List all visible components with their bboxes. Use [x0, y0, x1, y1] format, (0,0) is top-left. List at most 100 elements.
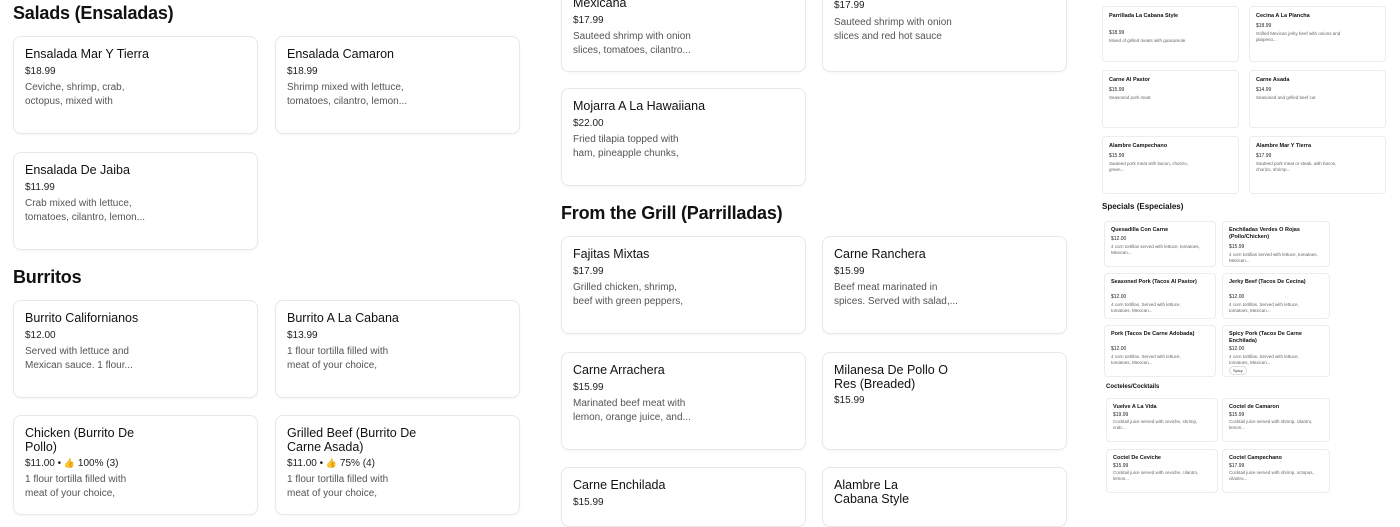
item-price: $12.00	[1111, 346, 1127, 352]
mini-menu-item-card[interactable]: Coctel De Ceviche $15.99 Cocktail juice …	[1106, 449, 1218, 493]
item-name: Chicken (Burrito De Pollo)	[25, 426, 135, 454]
item-price: $11.00	[287, 458, 317, 469]
item-description: 4 corn tortillas served with lettuce, to…	[1111, 244, 1200, 255]
mini-menu-item-card[interactable]: Pork (Tacos De Carne Adobada) $12.00 4 c…	[1104, 325, 1216, 377]
mini-menu-item-card[interactable]: Jerky Beef (Tacos De Cecina) $12.00 4 co…	[1222, 273, 1330, 319]
item-price: $15.99	[573, 497, 604, 508]
menu-item-card[interactable]: $17.99 Sauteed shrimp with onion slices …	[822, 0, 1067, 72]
item-price: $14.99	[1256, 87, 1272, 93]
item-description: Cocktail juice served with shrimp, octop…	[1229, 470, 1314, 481]
item-price: $17.99	[573, 266, 604, 277]
thumbs-up-icon: 👍	[325, 458, 338, 468]
item-price: $17.99	[1256, 153, 1272, 159]
item-price: $12.00	[25, 330, 56, 341]
item-price: $18.99	[1109, 30, 1125, 36]
menu-item-card[interactable]: Burrito Californianos $12.00 Served with…	[13, 300, 258, 398]
item-price-rating: $11.00 • 👍 75% (4)	[287, 458, 375, 469]
item-description: Sauteed shrimp with onion slices and red…	[834, 17, 952, 42]
menu-item-card[interactable]: Ensalada Camaron $18.99 Shrimp mixed wit…	[275, 36, 520, 134]
menu-item-card[interactable]: Ensalada De Jaiba $11.99 Crab mixed with…	[13, 152, 258, 250]
item-price: $11.00	[25, 458, 55, 469]
item-description: Fried tilapia topped with ham, pineapple…	[573, 134, 679, 159]
mini-menu-item-card[interactable]: Spicy Pork (Tacos De Carne Enchilada) $1…	[1222, 325, 1330, 377]
item-price: $13.99	[287, 330, 318, 341]
item-name: Carne Ranchera	[834, 247, 926, 261]
section-title-salads: Salads (Ensaladas)	[13, 3, 174, 23]
item-name: Cecina A La Plancha	[1256, 13, 1310, 19]
menu-item-card[interactable]: Ensalada Mar Y Tierra $18.99 Ceviche, sh…	[13, 36, 258, 134]
item-description: Marinated beef meat with lemon, orange j…	[573, 398, 691, 423]
item-name: Ensalada De Jaiba	[25, 163, 130, 177]
menu-item-card[interactable]: Grilled Beef (Burrito De Carne Asada) $1…	[275, 415, 520, 515]
item-price-rating: $11.00 • 👍 100% (3)	[25, 458, 119, 469]
menu-item-card[interactable]: Carne Ranchera $15.99 Beef meat marinate…	[822, 236, 1067, 334]
item-description: 1 flour tortilla filled with meat of you…	[287, 346, 389, 371]
item-price: $18.99	[287, 66, 318, 77]
mini-menu-item-card[interactable]: Parrillada La Cabana Style $18.99 Mixed …	[1102, 6, 1239, 62]
item-description: Seasoned pork meat	[1109, 95, 1151, 100]
item-name: Alambre La Cabana Style	[834, 478, 910, 506]
menu-item-card[interactable]: Alambre La Cabana Style	[822, 467, 1067, 527]
menu-item-card[interactable]: Burrito A La Cabana $13.99 1 flour torti…	[275, 300, 520, 398]
menu-item-card[interactable]: Carne Arrachera $15.99 Marinated beef me…	[561, 352, 806, 450]
mini-menu-item-card[interactable]: Coctel de Camaron $15.99 Cocktail juice …	[1222, 398, 1330, 442]
menu-item-card[interactable]: Carne Enchilada $15.99	[561, 467, 806, 527]
item-name: Milanesa De Pollo O Res (Breaded)	[834, 363, 948, 391]
item-price: $12.00	[1229, 346, 1245, 352]
mini-menu-item-card[interactable]: Seasoned Pork (Tacos Al Pastor) $12.00 4…	[1104, 273, 1216, 319]
mini-menu-item-card[interactable]: Alambre Mar Y Tierra $17.99 Sauteed pork…	[1249, 136, 1386, 194]
mini-menu-item-card[interactable]: Carne Al Pastor $15.99 Seasoned pork mea…	[1102, 70, 1239, 128]
item-price: $15.99	[1109, 153, 1125, 159]
item-rating: 75% (4)	[339, 458, 375, 469]
item-price: $15.99	[834, 395, 865, 406]
separator-dot: •	[319, 458, 324, 469]
item-price: $18.99	[1256, 23, 1272, 29]
item-price: $22.00	[573, 118, 604, 129]
item-description: Beef meat marinated in spices. Served wi…	[834, 282, 958, 307]
mini-menu-item-card[interactable]: Vuelve A La Vida $19.99 Cocktail juice s…	[1106, 398, 1218, 442]
item-name: Ensalada Camaron	[287, 47, 395, 61]
item-description: Served with lettuce and Mexican sauce. 1…	[25, 346, 133, 371]
item-price: $15.99	[573, 382, 604, 393]
item-description: Mixed of grilled meats with guacamole	[1109, 38, 1186, 43]
section-title-burritos: Burritos	[13, 267, 82, 287]
menu-item-card[interactable]: Chicken (Burrito De Pollo) $11.00 • 👍 10…	[13, 415, 258, 515]
item-description: 1 flour tortilla filled with meat of you…	[287, 474, 389, 499]
item-description: 1 flour tortilla filled with meat of you…	[25, 474, 127, 499]
mini-menu-item-card[interactable]: Coctel Campechano $17.99 Cocktail juice …	[1222, 449, 1330, 493]
item-price: $12.00	[1111, 294, 1127, 300]
item-name: Grilled Beef (Burrito De Carne Asada)	[287, 426, 417, 454]
menu-item-card[interactable]: Fajitas Mixtas $17.99 Grilled chicken, s…	[561, 236, 806, 334]
item-description: Sauteed pork meat with bacon, chorizo, g…	[1109, 161, 1189, 172]
menu-item-card[interactable]: Milanesa De Pollo O Res (Breaded) $15.99	[822, 352, 1067, 450]
separator-dot: •	[57, 458, 62, 469]
item-name: Mojarra A La Hawaiiana	[573, 99, 706, 113]
menu-item-card[interactable]: Mexicana $17.99 Sauteed shrimp with onio…	[561, 0, 806, 72]
item-price: $17.99	[573, 15, 604, 26]
mini-menu-item-card[interactable]: Enchiladas Verdes O Rojas (Pollo/Chicken…	[1222, 221, 1330, 267]
item-price: $17.99	[1229, 463, 1245, 469]
item-description: Crab mixed with lettuce, tomatoes, cilan…	[25, 198, 146, 223]
item-name: Carne Arrachera	[573, 363, 665, 377]
item-price: $12.00	[1229, 294, 1245, 300]
item-description: Cocktail juice served with ceviche, shri…	[1113, 419, 1198, 430]
item-description: Sauteed shrimp with onion slices, tomato…	[573, 31, 691, 56]
mini-menu-item-card[interactable]: Alambre Campechano $15.99 Sauteed pork m…	[1102, 136, 1239, 194]
item-description: 4 corn tortillas. Served with lettuce, t…	[1229, 354, 1299, 365]
item-price: $18.99	[25, 66, 56, 77]
item-name: Seasoned Pork (Tacos Al Pastor)	[1111, 279, 1197, 285]
mini-menu-item-card[interactable]: Cecina A La Plancha $18.99 Grilled Mexic…	[1249, 6, 1386, 62]
item-name: Carne Enchilada	[573, 478, 666, 492]
item-description: Grilled chicken, shrimp, beef with green…	[573, 282, 684, 307]
item-price: $19.99	[1113, 412, 1129, 418]
item-description: Grilled Mexican jerky beef with onions a…	[1256, 31, 1341, 42]
mini-menu-item-card[interactable]: Carne Asada $14.99 Seasoned and grilled …	[1249, 70, 1386, 128]
item-name: Carne Al Pastor	[1109, 77, 1151, 83]
item-name: Ensalada Mar Y Tierra	[25, 47, 149, 61]
item-name: Parrillada La Cabana Style	[1109, 13, 1179, 19]
item-description: 4 corn tortillas served with lettuce, to…	[1229, 252, 1318, 263]
mini-menu-item-card[interactable]: Quesadilla Con Carne $12.00 4 corn torti…	[1104, 221, 1216, 267]
section-title-cocteles: Cocteles/Cocktails	[1106, 384, 1160, 390]
item-description: Sauteed pork meat or steak, with bacon, …	[1256, 161, 1337, 172]
menu-item-card[interactable]: Mojarra A La Hawaiiana $22.00 Fried tila…	[561, 88, 806, 186]
